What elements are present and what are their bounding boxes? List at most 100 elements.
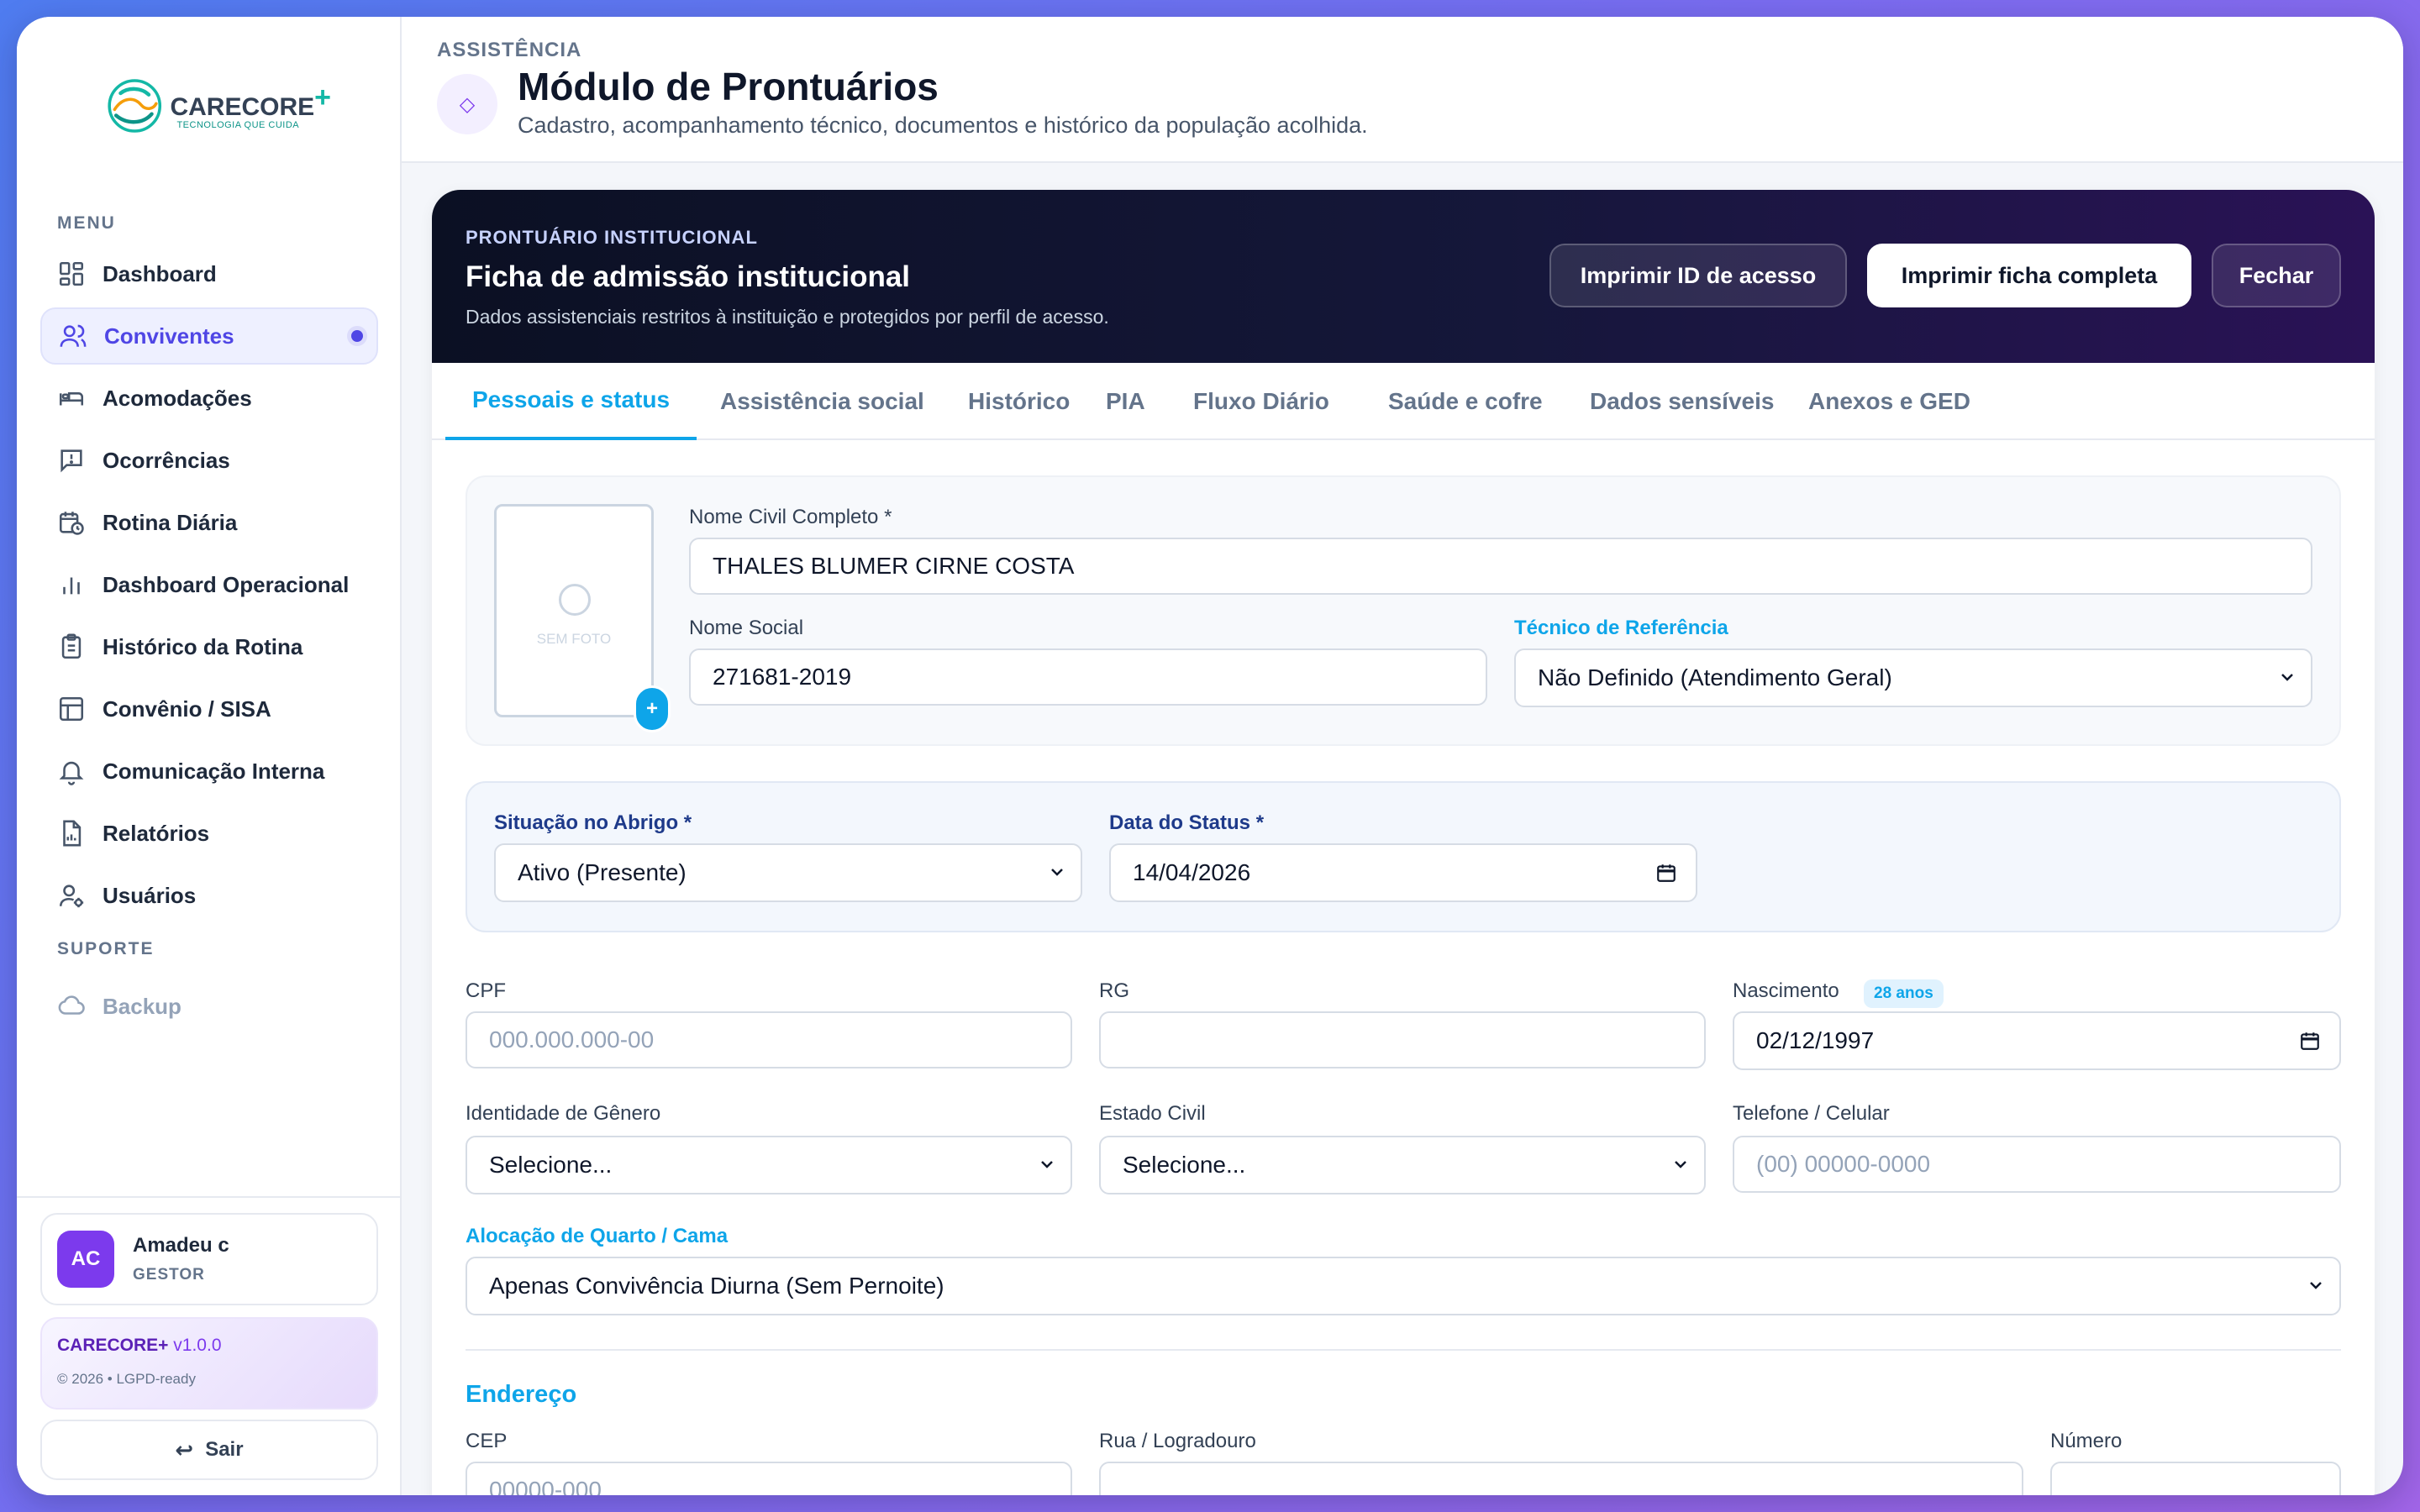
- chevron-down-icon: [2281, 674, 2293, 681]
- numero-input[interactable]: [2050, 1462, 2341, 1495]
- numero-label: Número: [2050, 1430, 2123, 1452]
- data-status-value: 14/04/2026: [1133, 859, 1251, 885]
- close-button[interactable]: Fechar: [2212, 244, 2341, 307]
- quarto-label: Alocação de Quarto / Cama: [466, 1225, 729, 1247]
- user-role: GESTOR: [133, 1266, 205, 1284]
- tab-dados-sensiveis[interactable]: Dados sensíveis: [1563, 363, 1801, 440]
- avatar: AC: [57, 1231, 114, 1288]
- tab-assistencia-social[interactable]: Assistência social: [693, 363, 951, 440]
- calendar-clock-icon: [59, 512, 84, 535]
- tab-fluxo-diario[interactable]: Fluxo Diário: [1166, 363, 1356, 440]
- user-cog-icon: [59, 885, 84, 908]
- layout-icon: [59, 696, 84, 722]
- sidebar-item-conviventes[interactable]: Conviventes: [40, 307, 378, 365]
- brand-name: CARECORE: [170, 93, 315, 121]
- banner-title: Ficha de admissão institucional: [466, 260, 911, 293]
- sidebar-item-acomodacoes[interactable]: Acomodações: [40, 370, 378, 427]
- nome-civil-input[interactable]: THALES BLUMER CIRNE COSTA: [689, 538, 2312, 595]
- telefone-label: Telefone / Celular: [1733, 1102, 1890, 1125]
- quarto-select[interactable]: Apenas Convivência Diurna (Sem Pernoite): [466, 1257, 2341, 1315]
- nome-social-input[interactable]: 271681-2019: [689, 648, 1487, 706]
- estado-civil-label: Estado Civil: [1099, 1102, 1206, 1125]
- rg-label: RG: [1099, 979, 1129, 1002]
- sidebar-item-comunicacao-interna[interactable]: Comunicação Interna: [40, 743, 378, 800]
- sidebar-item-rotina-diaria[interactable]: Rotina Diária: [40, 494, 378, 551]
- situacao-label: Situação no Abrigo *: [494, 811, 692, 834]
- photo-placeholder[interactable]: SEM FOTO: [494, 504, 654, 717]
- sidebar-item-label: Histórico da Rotina: [103, 633, 303, 659]
- tecnico-select-value: Não Definido (Atendimento Geral): [1538, 664, 1892, 690]
- support-section-label: SUPORTE: [57, 939, 155, 958]
- user-name: Amadeu c: [133, 1234, 229, 1257]
- nascimento-input[interactable]: 02/12/1997: [1733, 1011, 2341, 1070]
- age-badge: 28 anos: [1864, 979, 1944, 1008]
- data-status-input[interactable]: 14/04/2026: [1109, 843, 1697, 902]
- app-window: CARECORE+ TECNOLOGIA QUE CUIDA MENU Dash…: [17, 17, 2403, 1495]
- dashboard-icon: [59, 261, 84, 286]
- calendar-icon[interactable]: [2299, 1030, 2321, 1052]
- sidebar-item-label: Ocorrências: [103, 447, 230, 473]
- file-chart-icon: [63, 820, 82, 847]
- situacao-select[interactable]: Ativo (Presente): [494, 843, 1082, 902]
- tab-pia[interactable]: PIA: [1079, 363, 1172, 440]
- calendar-icon[interactable]: [1655, 862, 1677, 884]
- sidebar-item-relatorios[interactable]: Relatórios: [40, 805, 378, 862]
- add-photo-button[interactable]: +: [634, 685, 671, 732]
- sidebar-item-convenio-sisa[interactable]: Convênio / SISA: [40, 680, 378, 738]
- estado-civil-select[interactable]: Selecione...: [1099, 1136, 1706, 1194]
- quarto-select-value: Apenas Convivência Diurna (Sem Pernoite): [489, 1273, 944, 1299]
- situacao-select-value: Ativo (Presente): [518, 859, 687, 885]
- rua-input[interactable]: [1099, 1462, 2023, 1495]
- chevron-down-icon: [2310, 1282, 2322, 1289]
- tab-anexos-ged[interactable]: Anexos e GED: [1781, 363, 1997, 440]
- tecnico-select[interactable]: Não Definido (Atendimento Geral): [1514, 648, 2312, 707]
- cep-input[interactable]: 00000-000: [466, 1462, 1072, 1495]
- print-id-button[interactable]: Imprimir ID de acesso: [1549, 244, 1847, 307]
- sidebar-item-usuarios[interactable]: Usuários: [40, 867, 378, 924]
- page-subtitle: Cadastro, acompanhamento técnico, docume…: [518, 113, 1368, 138]
- user-card[interactable]: AC Amadeu c GESTOR: [40, 1213, 378, 1305]
- banner-kicker: PRONTUÁRIO INSTITUCIONAL: [466, 227, 758, 248]
- active-indicator-dot: [351, 330, 363, 342]
- photo-placeholder-text: SEM FOTO: [536, 631, 612, 647]
- sidebar-item-ocorrencias[interactable]: Ocorrências: [40, 432, 378, 489]
- sidebar-item-historico-rotina[interactable]: Histórico da Rotina: [40, 618, 378, 675]
- tab-saude-cofre[interactable]: Saúde e cofre: [1361, 363, 1570, 440]
- nome-civil-label: Nome Civil Completo *: [689, 506, 892, 528]
- version-number: v1.0.0: [173, 1336, 222, 1355]
- sidebar-item-backup[interactable]: Backup: [40, 978, 378, 1035]
- cpf-input[interactable]: 000.000.000-00: [466, 1011, 1072, 1068]
- cpf-label: CPF: [466, 979, 506, 1002]
- sidebar-divider: [17, 1196, 402, 1198]
- rg-input[interactable]: [1099, 1011, 1706, 1068]
- version-brand: CARECORE+: [57, 1336, 169, 1355]
- page-header: ASSISTÊNCIA ◇ Módulo de Prontuários Cada…: [402, 17, 2403, 163]
- genero-select-value: Selecione...: [489, 1152, 613, 1178]
- brand-logo[interactable]: CARECORE+ TECNOLOGIA QUE CUIDA: [104, 64, 331, 148]
- logout-button[interactable]: ↩ Sair: [40, 1420, 378, 1480]
- sidebar-item-label: Comunicação Interna: [103, 758, 325, 784]
- clipboard-icon: [61, 633, 82, 659]
- menu-section-label: MENU: [57, 213, 116, 233]
- sidebar-item-label: Rotina Diária: [103, 509, 238, 535]
- print-full-button[interactable]: Imprimir ficha completa: [1867, 244, 2191, 307]
- telefone-input[interactable]: (00) 00000-0000: [1733, 1136, 2341, 1193]
- sidebar-item-dashboard[interactable]: Dashboard: [40, 245, 378, 302]
- sidebar-item-label: Acomodações: [103, 385, 252, 411]
- genero-label: Identidade de Gênero: [466, 1102, 661, 1125]
- version-copyright: © 2026 • LGPD-ready: [57, 1371, 196, 1387]
- version-card: CARECORE+ v1.0.0 © 2026 • LGPD-ready: [40, 1317, 378, 1410]
- sidebar-item-dashboard-operacional[interactable]: Dashboard Operacional: [40, 556, 378, 613]
- logout-label: Sair: [205, 1438, 244, 1461]
- estado-civil-select-value: Selecione...: [1123, 1152, 1246, 1178]
- genero-select[interactable]: Selecione...: [466, 1136, 1072, 1194]
- banner-subtitle: Dados assistenciais restritos à institui…: [466, 306, 1109, 328]
- carecore-logo-icon: [108, 79, 162, 133]
- tab-historico[interactable]: Histórico: [941, 363, 1097, 440]
- breadcrumb: ASSISTÊNCIA: [437, 39, 582, 61]
- sidebar: CARECORE+ TECNOLOGIA QUE CUIDA MENU Dash…: [17, 17, 402, 1495]
- chevron-down-icon: [1051, 869, 1063, 876]
- sidebar-item-label: Relatórios: [103, 820, 210, 846]
- rua-label: Rua / Logradouro: [1099, 1430, 1256, 1452]
- tab-pessoais-status[interactable]: Pessoais e status: [445, 363, 697, 440]
